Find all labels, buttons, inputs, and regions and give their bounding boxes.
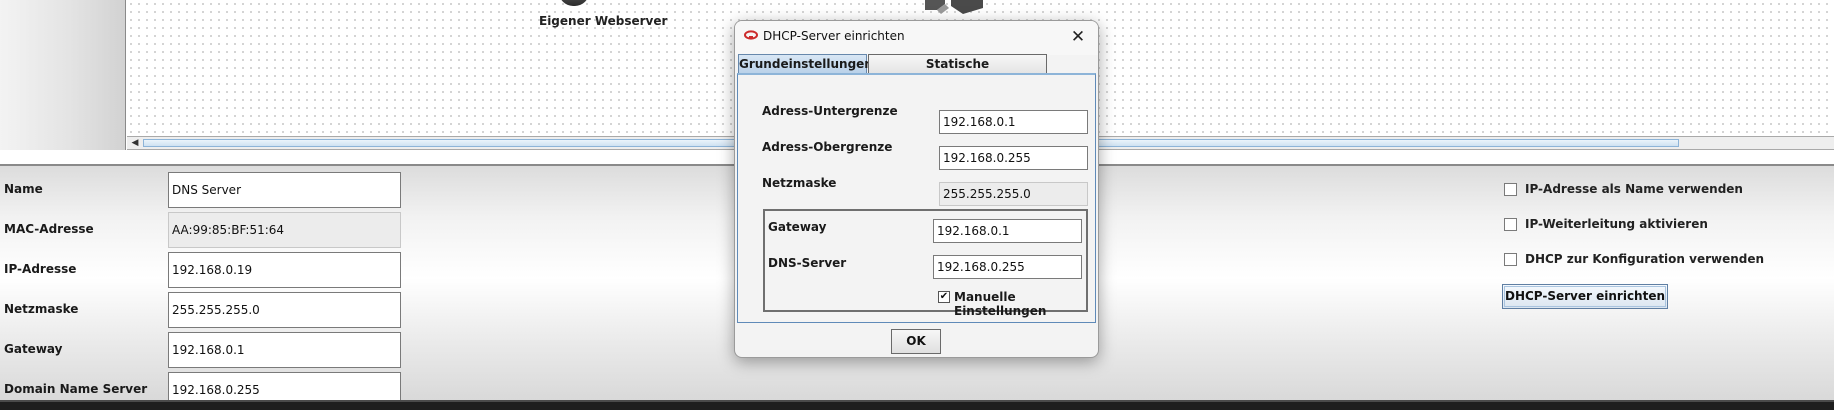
manual-settings-label: Manuelle Einstellungen <box>954 290 1047 318</box>
dialog-titlebar[interactable]: DHCP-Server einrichten ✕ <box>735 21 1098 55</box>
name-label: Name <box>4 182 43 196</box>
tab-statische-adresszuweisung[interactable]: Statische Adresszuweisung <box>868 54 1047 89</box>
manual-settings-group: Gateway 192.168.0.1 DNS-Server 192.168.0… <box>763 209 1088 318</box>
dialog-gateway-label: Gateway <box>768 220 827 234</box>
ip-row: IP-Adresse 192.168.0.19 <box>0 250 410 288</box>
mac-field: AA:99:85:BF:51:64 <box>168 212 401 248</box>
mac-row: MAC-Adresse AA:99:85:BF:51:64 <box>0 210 410 248</box>
dialog-dns-input[interactable]: 192.168.0.255 <box>933 255 1082 279</box>
option-dhcp-config[interactable]: DHCP zur Konfiguration verwenden <box>1504 250 1764 268</box>
webserver-node-icon[interactable] <box>559 0 589 6</box>
ok-button[interactable]: OK <box>891 329 941 354</box>
option-ip-as-name[interactable]: IP-Adresse als Name verwenden <box>1504 180 1743 198</box>
tab-content-basic: Adress-Untergrenze 192.168.0.1 Adress-Ob… <box>737 73 1096 323</box>
dialog-gateway-input[interactable]: 192.168.0.1 <box>933 219 1082 243</box>
upper-bound-input[interactable]: 192.168.0.255 <box>939 146 1088 170</box>
name-input[interactable]: DNS Server <box>168 172 401 208</box>
gateway-input[interactable]: 192.168.0.1 <box>168 332 401 368</box>
dhcp-config-label: DHCP zur Konfiguration verwenden <box>1525 252 1765 266</box>
option-ip-forwarding[interactable]: IP-Weiterleitung aktivieren <box>1504 215 1708 233</box>
close-icon[interactable]: ✕ <box>1064 24 1092 50</box>
mac-label: MAC-Adresse <box>4 222 94 236</box>
server-node-icon[interactable] <box>923 0 985 18</box>
manual-settings-checkbox[interactable]: ✔ <box>938 291 950 303</box>
gateway-label: Gateway <box>4 342 63 356</box>
upper-bound-label: Adress-Obergrenze <box>762 140 893 154</box>
dhcp-dialog: DHCP-Server einrichten ✕ Grundeinstellun… <box>734 20 1099 358</box>
dhcp-server-setup-button[interactable]: DHCP-Server einrichten <box>1502 284 1668 309</box>
ip-forwarding-checkbox[interactable] <box>1504 217 1517 231</box>
ip-as-name-checkbox[interactable] <box>1504 182 1517 196</box>
scroll-left-icon[interactable]: ◀ <box>129 137 141 149</box>
ip-forwarding-label: IP-Weiterleitung aktivieren <box>1525 217 1708 231</box>
dialog-netmask-field: 255.255.255.0 <box>939 182 1088 206</box>
name-row: Name DNS Server <box>0 170 410 208</box>
netmask-label: Netzmaske <box>4 302 79 316</box>
ip-as-name-label: IP-Adresse als Name verwenden <box>1525 182 1743 196</box>
netmask-row: Netzmaske 255.255.255.0 <box>0 290 410 328</box>
ip-label: IP-Adresse <box>4 262 77 276</box>
dialog-netmask-label: Netzmaske <box>762 176 837 190</box>
app-logo-icon <box>744 30 758 40</box>
dialog-title: DHCP-Server einrichten <box>763 29 905 43</box>
netmask-input[interactable]: 255.255.255.0 <box>168 292 401 328</box>
dhcp-config-checkbox[interactable] <box>1504 252 1517 266</box>
webserver-node-label: Eigener Webserver <box>539 14 668 28</box>
tab-grundeinstellungen[interactable]: Grundeinstellungen <box>738 54 873 74</box>
lower-bound-label: Adress-Untergrenze <box>762 104 898 118</box>
left-toolbar-panel <box>0 0 126 150</box>
ip-input[interactable]: 192.168.0.19 <box>168 252 401 288</box>
taskbar-strip <box>0 400 1834 410</box>
dialog-dns-label: DNS-Server <box>768 256 847 270</box>
gateway-row: Gateway 192.168.0.1 <box>0 330 410 368</box>
lower-bound-input[interactable]: 192.168.0.1 <box>939 110 1088 134</box>
